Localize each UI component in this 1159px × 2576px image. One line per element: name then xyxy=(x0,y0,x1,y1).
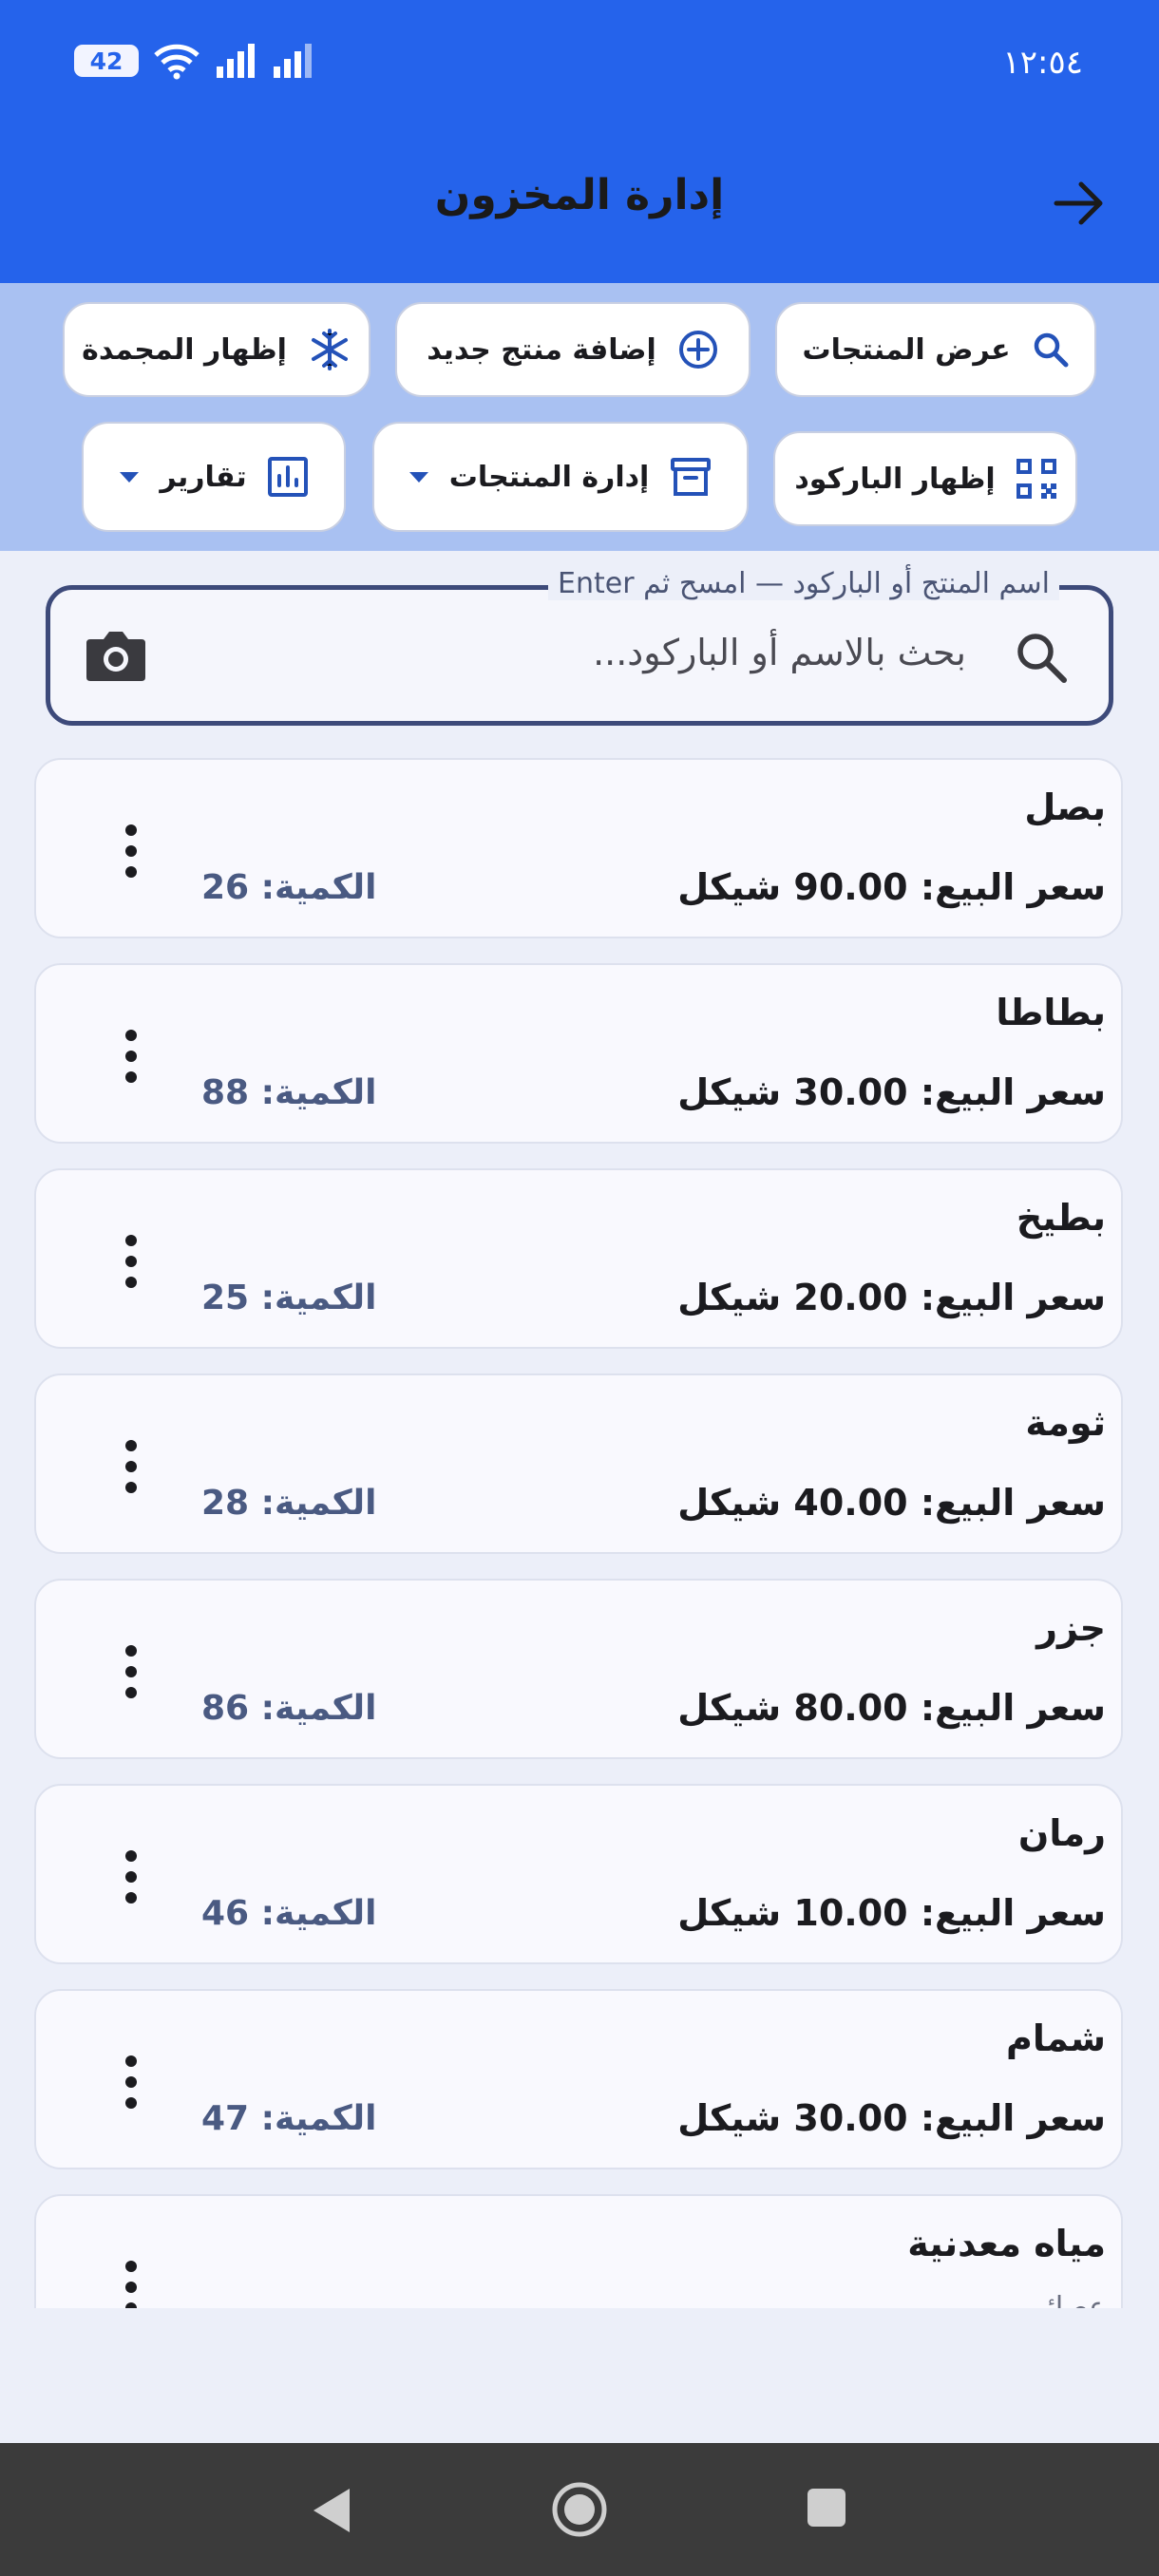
show-barcode-button[interactable]: إظهار الباركود xyxy=(773,431,1077,526)
show-frozen-label: إظهار المجمدة xyxy=(82,332,287,367)
reports-label: تقارير xyxy=(160,460,247,494)
manage-products-label: إدارة المنتجات xyxy=(448,460,650,494)
page-title: إدارة المخزون xyxy=(434,171,725,219)
battery-level: 42 xyxy=(89,47,124,75)
product-category: عصائر xyxy=(1032,2291,1106,2308)
nav-back-icon[interactable] xyxy=(310,2485,353,2536)
product-price: سعر البيع: 80.00 شيكل xyxy=(677,1687,1106,1729)
action-chips: عرض المنتجات إضافة منتج جديد إظهار المجم… xyxy=(0,283,1159,551)
product-card[interactable]: جزر سعر البيع: 80.00 شيكل الكمية: 86 xyxy=(34,1579,1123,1759)
product-name: بصل xyxy=(1024,786,1106,828)
camera-icon[interactable] xyxy=(85,626,147,683)
bar-chart-icon xyxy=(267,457,308,497)
more-options-icon[interactable] xyxy=(122,1848,141,1905)
nav-recents-icon[interactable] xyxy=(806,2487,847,2529)
search-input[interactable]: اسم المنتج أو الباركود — امسح ثم Enter ب… xyxy=(46,567,1113,726)
add-circle-icon xyxy=(678,331,717,369)
chevron-down-icon xyxy=(120,471,140,483)
battery-icon: 42 xyxy=(74,45,139,77)
more-options-icon[interactable] xyxy=(122,823,141,880)
more-options-icon[interactable] xyxy=(122,1028,141,1085)
view-products-button[interactable]: عرض المنتجات xyxy=(775,302,1096,397)
more-options-icon[interactable] xyxy=(122,2054,141,2111)
product-name: بطيخ xyxy=(1016,1197,1106,1239)
snowflake-icon xyxy=(311,329,348,370)
system-nav-bar xyxy=(0,2443,1159,2576)
signal-icon xyxy=(217,44,255,78)
product-price: سعر البيع: 40.00 شيكل xyxy=(677,1482,1106,1524)
qr-code-icon xyxy=(1016,459,1056,499)
product-name: مياه معدنية xyxy=(907,2223,1106,2264)
product-price: سعر البيع: 90.00 شيكل xyxy=(677,866,1106,908)
product-card[interactable]: رمان سعر البيع: 10.00 شيكل الكمية: 46 xyxy=(34,1784,1123,1964)
product-card[interactable]: بطاطا سعر البيع: 30.00 شيكل الكمية: 88 xyxy=(34,963,1123,1144)
status-time: ١٢:٥٤ xyxy=(1002,44,1083,82)
product-list: بصل سعر البيع: 90.00 شيكل الكمية: 26 بطا… xyxy=(0,750,1159,2308)
status-icons: 42 xyxy=(74,42,315,80)
product-quantity: الكمية: 28 xyxy=(201,1484,377,1523)
product-price: سعر البيع: 30.00 شيكل xyxy=(677,2097,1106,2139)
add-product-button[interactable]: إضافة منتج جديد xyxy=(395,302,750,397)
product-card[interactable]: بصل سعر البيع: 90.00 شيكل الكمية: 26 xyxy=(34,758,1123,938)
product-price: سعر البيع: 10.00 شيكل xyxy=(677,1892,1106,1934)
product-price: سعر البيع: 30.00 شيكل xyxy=(677,1071,1106,1113)
product-quantity: الكمية: 46 xyxy=(201,1894,377,1933)
product-name: جزر xyxy=(1036,1607,1106,1649)
search-icon xyxy=(1034,332,1069,368)
search-placeholder: بحث بالاسم أو الباركود... xyxy=(593,632,966,673)
product-card[interactable]: شمام سعر البيع: 30.00 شيكل الكمية: 47 xyxy=(34,1989,1123,2169)
product-quantity: الكمية: 26 xyxy=(201,868,377,907)
product-name: رمان xyxy=(1017,1812,1106,1854)
search-label: اسم المنتج أو الباركود — امسح ثم Enter xyxy=(548,567,1059,600)
chevron-down-icon xyxy=(408,471,428,483)
product-name: شمام xyxy=(1006,2017,1106,2059)
search-icon[interactable] xyxy=(1012,628,1071,687)
add-product-label: إضافة منتج جديد xyxy=(427,332,656,367)
product-card[interactable]: ثومة سعر البيع: 40.00 شيكل الكمية: 28 xyxy=(34,1373,1123,1554)
product-price: سعر البيع: 20.00 شيكل xyxy=(677,1277,1106,1318)
product-name: بطاطا xyxy=(996,992,1106,1033)
app-bar: 42 ١٢:٥٤ إدارة المخزون xyxy=(0,0,1159,283)
product-quantity: الكمية: 86 xyxy=(201,1689,377,1728)
product-quantity: الكمية: 25 xyxy=(201,1279,377,1317)
more-options-icon[interactable] xyxy=(122,2259,141,2308)
product-name: ثومة xyxy=(1025,1402,1106,1444)
reports-dropdown[interactable]: تقارير xyxy=(82,422,346,532)
nav-home-icon[interactable] xyxy=(551,2481,608,2538)
more-options-icon[interactable] xyxy=(122,1233,141,1290)
show-barcode-label: إظهار الباركود xyxy=(794,462,996,496)
product-card[interactable]: بطيخ سعر البيع: 20.00 شيكل الكمية: 25 xyxy=(34,1168,1123,1349)
product-quantity: الكمية: 88 xyxy=(201,1073,377,1112)
wifi-icon xyxy=(154,44,200,80)
signal-icon-secondary xyxy=(274,44,312,78)
show-frozen-button[interactable]: إظهار المجمدة xyxy=(63,302,370,397)
product-card[interactable]: مياه معدنية عصائر xyxy=(34,2194,1123,2308)
more-options-icon[interactable] xyxy=(122,1643,141,1700)
back-arrow-icon[interactable] xyxy=(1051,175,1108,232)
product-quantity: الكمية: 47 xyxy=(201,2099,377,2138)
more-options-icon[interactable] xyxy=(122,1438,141,1495)
view-products-label: عرض المنتجات xyxy=(802,332,1011,367)
archive-icon xyxy=(671,458,712,496)
manage-products-dropdown[interactable]: إدارة المنتجات xyxy=(372,422,749,532)
